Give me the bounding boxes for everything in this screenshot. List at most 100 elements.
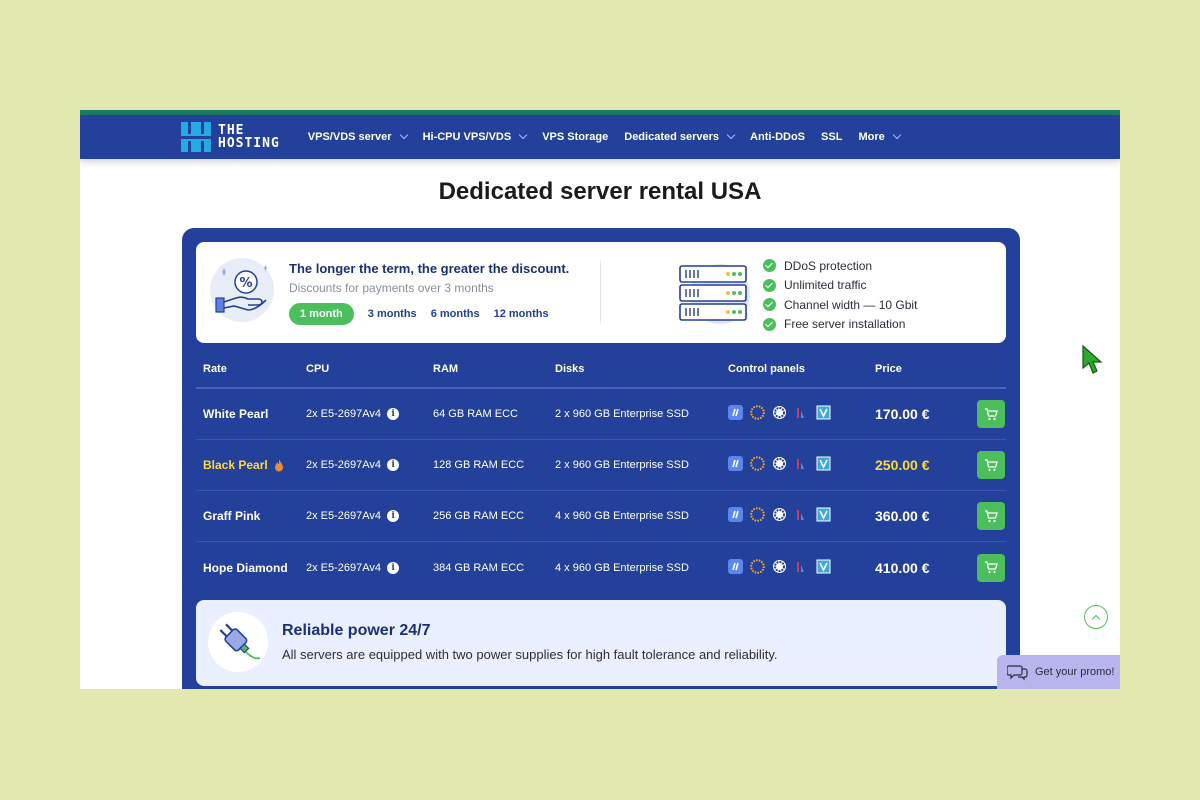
check-icon — [763, 317, 776, 331]
plesk-icon — [728, 405, 743, 423]
get-promo-label: Get your promo! — [1035, 666, 1115, 678]
power-plug-icon — [208, 612, 268, 672]
pricing-panel: % The longer the term, the greater the d… — [182, 228, 1020, 689]
vesta-icon — [816, 559, 831, 577]
term-12-months[interactable]: 12 months — [494, 308, 549, 320]
price-cell: 360.00 € — [875, 508, 930, 524]
ram-cell: 256 GB RAM ECC — [433, 510, 525, 522]
server-rack-icon — [676, 256, 751, 328]
ram-cell: 64 GB RAM ECC — [433, 408, 518, 420]
price-cell: 410.00 € — [875, 559, 930, 576]
plesk-icon — [728, 558, 743, 577]
term-1-month[interactable]: 1 month — [289, 303, 354, 325]
nav-dedicated-servers[interactable]: Dedicated servers — [624, 130, 736, 143]
add-to-cart-button[interactable] — [977, 451, 1005, 479]
scroll-to-top-button[interactable] — [1084, 605, 1108, 629]
cpanel-icon — [750, 507, 765, 525]
cpanel-icon — [750, 456, 765, 474]
chevron-down-icon — [518, 130, 528, 140]
mouse-cursor-icon — [1082, 344, 1103, 374]
nav-vps-storage[interactable]: VPS Storage — [542, 131, 608, 143]
discount-card: % The longer the term, the greater the d… — [196, 242, 1006, 343]
ram-cell: 128 GB RAM ECC — [433, 459, 525, 471]
pricing-table: Rate CPU RAM Disks Control panels Price … — [196, 350, 1006, 593]
cart-icon — [985, 407, 998, 420]
divider — [600, 260, 601, 324]
table-row: Graff Pink 2x E5-2697Av4 i 256 GB RAM ECC 4 … — [196, 491, 1006, 542]
table-row: Black Pearl 2x E5-2697Av4 i 128 GB RAM ECC 2… — [196, 440, 1006, 491]
power-description: All servers are equipped with two power … — [282, 647, 778, 662]
col-control-panels: Control panels — [728, 362, 806, 375]
power-title: Reliable power 24/7 — [282, 622, 431, 639]
logo-mark-icon — [181, 122, 211, 152]
term-6-months[interactable]: 6 months — [431, 308, 480, 320]
info-icon[interactable]: i — [387, 510, 400, 522]
check-icon — [763, 278, 776, 292]
cpu-cell: 2x E5-2697Av4 i — [306, 408, 433, 420]
feature-item: Free server installation — [763, 315, 917, 335]
rate-name: White Pearl — [203, 407, 269, 421]
get-promo-button[interactable]: Get your promo! — [997, 655, 1120, 689]
site-logo[interactable]: THE HOSTING — [181, 122, 280, 152]
ispmanager-icon — [794, 405, 809, 423]
table-row: Hope Diamond 2x E5-2697Av4 i 384 GB RAM ECC… — [196, 542, 1006, 593]
cart-icon — [985, 509, 998, 522]
ispmanager-icon — [794, 559, 809, 577]
info-icon[interactable]: i — [387, 459, 400, 471]
cpu-cell: 2x E5-2697Av4 i — [306, 561, 433, 574]
disks-cell: 4 x 960 GB Enterprise SSD — [555, 561, 689, 574]
directadmin-icon — [772, 507, 787, 525]
check-icon — [763, 298, 776, 312]
cpanel-icon — [750, 558, 765, 577]
discount-subtitle: Discounts for payments over 3 months — [289, 281, 494, 295]
nav-more[interactable]: More — [858, 130, 901, 143]
power-info-card: Reliable power 24/7 All servers are equi… — [196, 600, 1006, 686]
nav-ssl[interactable]: SSL — [821, 131, 842, 143]
col-price: Price — [875, 362, 902, 375]
browser-viewport: THE HOSTING VPS/VDS server Hi-CPU VPS/VD… — [80, 110, 1120, 689]
plesk-icon — [728, 507, 743, 525]
logo-text: THE HOSTING — [218, 123, 280, 151]
price-cell: 250.00 € — [875, 457, 930, 473]
chevron-down-icon — [399, 130, 408, 140]
ispmanager-icon — [794, 456, 809, 474]
rate-name: Hope Diamond — [203, 560, 288, 575]
page-title: Dedicated server rental USA — [438, 178, 762, 205]
vesta-icon — [816, 456, 831, 474]
nav-vps-vds[interactable]: VPS/VDS server — [308, 130, 408, 143]
info-icon[interactable]: i — [387, 408, 400, 420]
chat-icon — [1007, 665, 1028, 681]
term-3-months[interactable]: 3 months — [368, 308, 417, 320]
feature-item: DDoS protection — [763, 256, 917, 276]
rate-name: Black Pearl — [196, 458, 306, 472]
chevron-down-icon — [892, 130, 901, 140]
top-navigation: THE HOSTING VPS/VDS server Hi-CPU VPS/VD… — [80, 115, 1120, 159]
col-rate: Rate — [203, 362, 227, 375]
disks-cell: 2 x 960 GB Enterprise SSD — [555, 408, 689, 420]
nav-hi-cpu[interactable]: Hi-CPU VPS/VDS — [423, 130, 528, 143]
info-icon[interactable]: i — [387, 561, 400, 574]
feature-item: Channel width — 10 Gbit — [763, 295, 917, 315]
cart-icon — [985, 561, 998, 574]
cpanel-icon — [750, 405, 765, 423]
directadmin-icon — [772, 456, 787, 474]
discount-title: The longer the term, the greater the dis… — [289, 261, 570, 276]
add-to-cart-button[interactable] — [977, 502, 1005, 530]
col-ram: RAM — [433, 362, 459, 375]
rate-name: Graff Pink — [203, 509, 261, 523]
add-to-cart-button[interactable] — [977, 553, 1005, 582]
control-panels-cell — [728, 456, 875, 474]
ram-cell: 384 GB RAM ECC — [433, 561, 525, 574]
svg-text:%: % — [239, 276, 252, 291]
disks-cell: 4 x 960 GB Enterprise SSD — [555, 510, 689, 522]
nav-anti-ddos[interactable]: Anti-DDoS — [750, 131, 805, 143]
control-panels-cell — [728, 405, 875, 423]
vesta-icon — [816, 507, 831, 525]
control-panels-cell — [728, 558, 875, 577]
chevron-up-icon — [1091, 614, 1101, 623]
add-to-cart-button[interactable] — [977, 400, 1005, 428]
table-header: Rate CPU RAM Disks Control panels Price — [196, 350, 1006, 389]
plesk-icon — [728, 456, 743, 474]
table-row: White Pearl 2x E5-2697Av4 i 64 GB RAM ECC 2 … — [196, 389, 1006, 440]
cpu-cell: 2x E5-2697Av4 i — [306, 459, 433, 471]
